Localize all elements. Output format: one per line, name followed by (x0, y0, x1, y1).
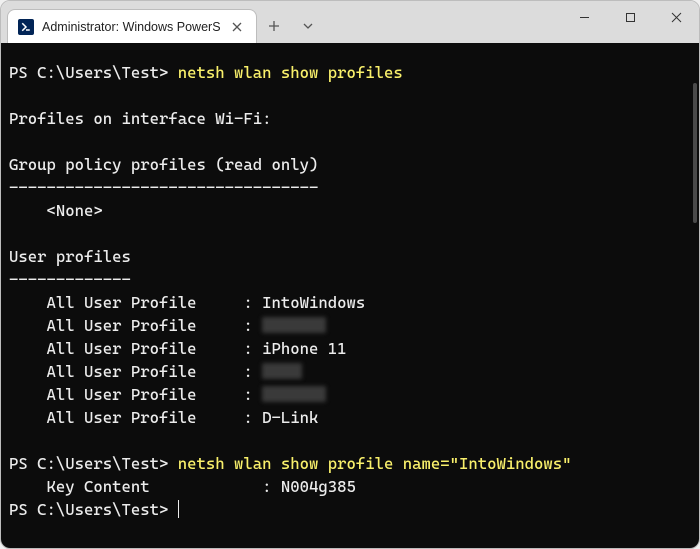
user-profiles-rule: ------------- (9, 270, 131, 289)
row-label: All User Profile : (9, 362, 262, 381)
row-label: All User Profile : (9, 339, 262, 358)
window-controls (561, 1, 699, 33)
tab-dropdown-button[interactable] (291, 9, 325, 43)
new-tab-button[interactable] (257, 9, 291, 43)
minimize-button[interactable] (561, 1, 607, 33)
command-2: netsh wlan show profile name="IntoWindow… (178, 454, 572, 473)
profile-name: IntoWindows (262, 293, 365, 312)
tab-close-button[interactable] (229, 19, 245, 35)
redacted-profile (262, 317, 326, 333)
row-label: All User Profile : (9, 408, 262, 427)
prompt: PS C:\Users\Test> (9, 454, 168, 473)
prompt: PS C:\Users\Test> (9, 500, 168, 519)
prompt: PS C:\Users\Test> (9, 63, 168, 82)
row-label: All User Profile : (9, 385, 262, 404)
close-button[interactable] (653, 1, 699, 33)
tab-powershell[interactable]: Administrator: Windows PowerS (7, 9, 257, 43)
row-label: All User Profile : (9, 293, 262, 312)
tab-title: Administrator: Windows PowerS (42, 20, 221, 34)
scrollbar-thumb[interactable] (693, 83, 697, 223)
tab-strip: Administrator: Windows PowerS (1, 1, 325, 43)
gp-none: <None> (9, 201, 103, 220)
user-profiles-header: User profiles (9, 247, 131, 266)
redacted-profile (262, 363, 302, 379)
terminal-area[interactable]: PS C:\Users\Test> netsh wlan show profil… (1, 43, 699, 548)
powershell-icon (18, 19, 34, 35)
redacted-profile (262, 386, 326, 402)
row-label: All User Profile : (9, 316, 262, 335)
titlebar: Administrator: Windows PowerS (1, 1, 699, 43)
profile-name: iPhone 11 (262, 339, 346, 358)
gp-header: Group policy profiles (read only) (9, 155, 318, 174)
profiles-header: Profiles on interface Wi-Fi: (9, 109, 272, 128)
profile-name: D-Link (262, 408, 318, 427)
maximize-button[interactable] (607, 1, 653, 33)
terminal-window: Administrator: Windows PowerS (0, 0, 700, 549)
command-1: netsh wlan show profiles (178, 63, 403, 82)
cursor (178, 500, 179, 518)
key-content-line: Key Content : N004g385 (9, 477, 356, 496)
gp-rule: --------------------------------- (9, 178, 318, 197)
